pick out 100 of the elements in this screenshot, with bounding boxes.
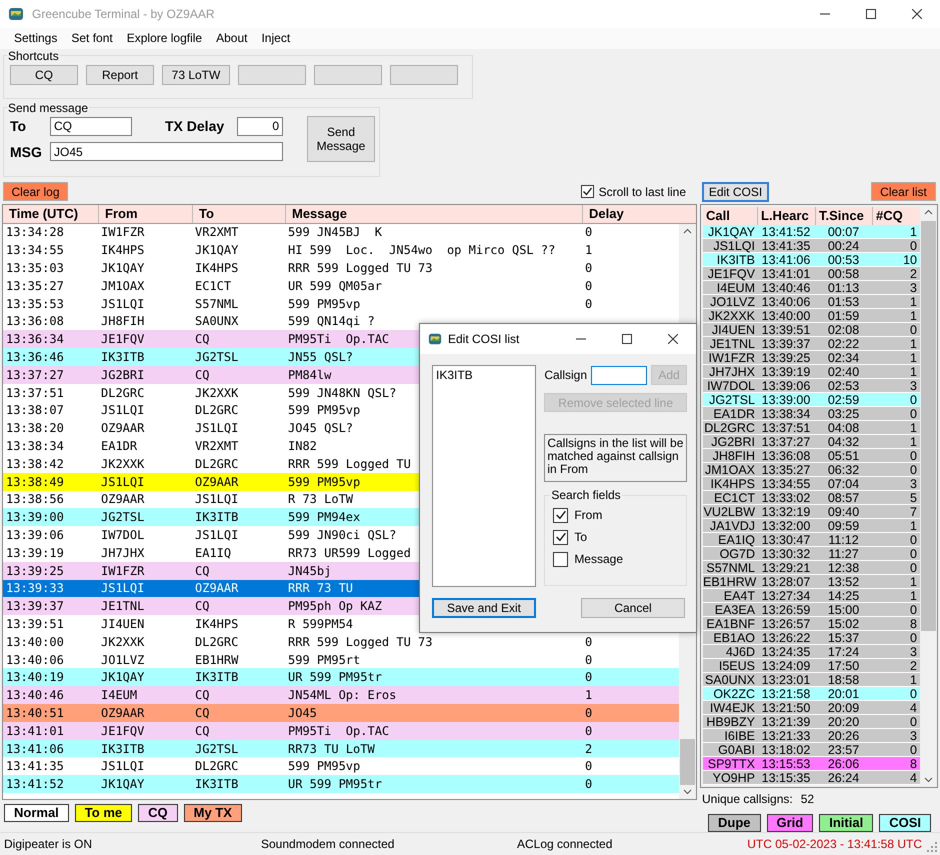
callsign-row[interactable]: IW4EJK 13:21:50 20:09 4 bbox=[703, 700, 920, 715]
tx-delay-field[interactable]: 0 bbox=[237, 116, 283, 136]
checkbox[interactable] bbox=[553, 552, 568, 566]
table-cell-text: 13:35:27 bbox=[760, 462, 812, 477]
table-cell-text: 13:35:27 bbox=[5, 278, 64, 293]
callsign-row[interactable]: EB1HRW 13:28:07 13:52 1 bbox=[703, 574, 920, 589]
callsign-row[interactable]: I4EUM 13:40:46 01:13 3 bbox=[703, 280, 920, 295]
callsign-field[interactable] bbox=[591, 366, 647, 384]
callsign-row[interactable]: 4J6D 13:24:35 17:24 3 bbox=[703, 644, 920, 659]
clear-log-button[interactable]: Clear log bbox=[3, 182, 68, 202]
table-cell-text: IW1FZR bbox=[100, 564, 144, 578]
callsign-row[interactable]: IW7DOL 13:39:06 02:53 3 bbox=[703, 378, 920, 393]
callsign-row[interactable]: SA0UNX 13:23:01 18:58 1 bbox=[703, 672, 920, 687]
callsign-row[interactable]: OG7D 13:30:32 11:27 0 bbox=[703, 546, 920, 561]
table-cell-text: PM95ph Op KAZ bbox=[287, 599, 382, 614]
table-cell-text: 0 bbox=[909, 462, 918, 477]
callsign-row[interactable]: JH7JHX 13:39:19 02:40 1 bbox=[703, 364, 920, 379]
callsign-row[interactable]: IW1FZR 13:39:25 02:34 1 bbox=[703, 350, 920, 365]
checkbox[interactable] bbox=[580, 185, 594, 198]
column-header[interactable]: Call bbox=[703, 206, 757, 225]
menu-item[interactable]: Inject bbox=[254, 31, 298, 46]
log-row[interactable]: 13:34:55 IK4HPS JK1QAY HI 599 Loc. JN54wo op Mirco QSL ?? 1 bbox=[3, 241, 679, 260]
callsign-row[interactable]: JE1FQV 13:41:01 00:58 2 bbox=[703, 266, 920, 281]
callsign-row[interactable]: DL2GRC 13:37:51 04:08 1 bbox=[703, 420, 920, 435]
log-row[interactable]: 13:34:28 IW1FZR VR2XMT 599 JN45BJ K 0 bbox=[3, 224, 679, 242]
callsign-row[interactable]: IK4HPS 13:34:55 07:04 3 bbox=[703, 476, 920, 491]
search-checkbox[interactable]: To bbox=[553, 526, 678, 548]
list-item[interactable]: IK3ITB bbox=[436, 368, 473, 382]
clear-list-button[interactable]: Clear list bbox=[871, 182, 936, 202]
table-cell-text: 1 bbox=[909, 434, 918, 449]
scrollbar-thumb[interactable] bbox=[921, 220, 936, 631]
menu-item[interactable]: Explore logfile bbox=[120, 31, 210, 46]
log-row[interactable]: 13:36:08 JH8FIH SA0UNX 599 QN14qi ? bbox=[3, 312, 679, 330]
table-cell-text: DL2GRC bbox=[194, 759, 238, 774]
callsign-row[interactable]: HB9BZY 13:21:39 20:20 0 bbox=[703, 714, 920, 729]
scrollbar-thumb[interactable] bbox=[680, 738, 695, 785]
menu-item[interactable]: Settings bbox=[7, 31, 64, 46]
callsign-row[interactable]: VU2LBW 13:32:19 09:40 7 bbox=[703, 504, 920, 519]
callsign-row[interactable]: JG2TSL 13:39:00 02:59 0 bbox=[703, 392, 920, 407]
log-row[interactable]: 13:40:19 JK1QAY IK3ITB UR 599 PM95tr 0 bbox=[3, 668, 679, 686]
table-cell-text: 599 QN14qi ? bbox=[287, 314, 375, 328]
checkbox[interactable] bbox=[553, 508, 568, 522]
callsign-row[interactable]: JS1LQI 13:41:35 00:24 0 bbox=[703, 238, 920, 253]
log-row[interactable]: 13:40:00 JK2XXK DL2GRC RRR 599 Logged TU 73 0 bbox=[3, 632, 679, 651]
callsign-row[interactable]: JO1LVZ 13:40:06 01:53 1 bbox=[703, 294, 920, 309]
log-row[interactable]: 13:41:35 JS1LQI DL2GRC 599 PM95vp 0 bbox=[3, 757, 679, 776]
column-header[interactable]: From bbox=[98, 204, 192, 223]
log-row[interactable]: 13:40:06 JO1LVZ EB1HRW 599 PM95rt 0 bbox=[3, 650, 679, 668]
edit-cosi-button[interactable]: Edit COSI bbox=[702, 182, 769, 202]
to-field[interactable]: CQ bbox=[50, 116, 132, 136]
callsign-row[interactable]: JA1VDJ 13:32:00 09:59 1 bbox=[703, 518, 920, 533]
menu-item[interactable]: About bbox=[209, 31, 254, 46]
callsign-row[interactable]: EA1DR 13:38:34 03:25 0 bbox=[703, 406, 920, 421]
message-field[interactable]: JO45 bbox=[50, 142, 283, 162]
callsign-row[interactable]: EB1AO 13:26:22 15:37 0 bbox=[703, 630, 920, 645]
log-row[interactable]: 13:35:03 JK1QAY IK4HPS RRR 599 Logged TU 73 0 bbox=[3, 259, 679, 277]
shortcut-button[interactable]: Report bbox=[86, 64, 154, 85]
callsign-row[interactable]: I5EUS 13:24:09 17:50 2 bbox=[703, 658, 920, 673]
log-row[interactable]: 13:40:51 OZ9AAR CQ JO45 0 bbox=[3, 704, 679, 722]
table-cell-text: 13:39:51 bbox=[760, 322, 812, 337]
callsign-row[interactable]: OK2ZC 13:21:58 20:01 0 bbox=[703, 686, 920, 701]
callsign-row[interactable]: YO9HP 13:15:35 26:24 4 bbox=[703, 770, 920, 785]
callsign-row[interactable]: SP9TTX 13:15:53 26:06 8 bbox=[703, 756, 920, 771]
cancel-button[interactable]: Cancel bbox=[581, 598, 685, 618]
callsign-row[interactable]: I6IBE 13:21:33 20:26 3 bbox=[703, 728, 920, 743]
callsign-row[interactable]: EA1BNF 13:26:57 15:02 8 bbox=[703, 616, 920, 631]
column-header[interactable]: To bbox=[192, 204, 285, 223]
callsign-row[interactable]: JK1QAY 13:41:52 00:07 1 bbox=[703, 224, 920, 239]
callsign-row[interactable]: JG2BRI 13:37:27 04:32 1 bbox=[703, 434, 920, 449]
log-row[interactable]: 13:35:53 JS1LQI S57NML 599 PM95vp 0 bbox=[3, 294, 679, 313]
callsign-row[interactable]: JM1OAX 13:35:27 06:32 0 bbox=[703, 462, 920, 477]
callsign-row[interactable]: EA1IQ 13:30:47 11:12 0 bbox=[703, 532, 920, 547]
log-row[interactable]: 13:35:27 JM1OAX EC1CT UR 599 QM05ar 0 bbox=[3, 276, 679, 295]
menu-item[interactable]: Set font bbox=[64, 31, 120, 46]
callsign-row[interactable]: JK2XXK 13:40:00 01:59 1 bbox=[703, 308, 920, 323]
shortcut-button[interactable]: 73 LoTW bbox=[162, 64, 230, 85]
callsign-row[interactable]: JI4UEN 13:39:51 02:08 0 bbox=[703, 322, 920, 337]
send-button[interactable]: Send Message bbox=[307, 116, 375, 162]
checkbox[interactable] bbox=[553, 530, 568, 544]
callsign-row[interactable]: JE1TNL 13:39:37 02:22 1 bbox=[703, 336, 920, 351]
callsign-row[interactable]: EA4T 13:27:34 14:25 1 bbox=[703, 588, 920, 603]
save-button[interactable]: Save and Exit bbox=[432, 598, 536, 618]
log-row[interactable]: 13:41:52 JK1QAY IK3ITB UR 599 PM95tr 0 bbox=[3, 775, 679, 794]
table-cell-text: 13:38:20 bbox=[5, 421, 64, 436]
column-header[interactable]: Delay bbox=[582, 204, 682, 223]
callsign-row[interactable]: JH8FIH 13:36:08 05:51 0 bbox=[703, 448, 920, 463]
column-header[interactable]: Time (UTC) bbox=[3, 204, 98, 223]
callsign-row[interactable]: S57NML 13:29:21 12:38 0 bbox=[703, 560, 920, 575]
callsign-row[interactable]: EA3EA 13:26:59 15:00 0 bbox=[703, 602, 920, 617]
log-row[interactable]: 13:41:06 IK3ITB JG2TSL RR73 TU LoTW 2 bbox=[3, 740, 679, 758]
callsign-listbox[interactable]: IK3ITB bbox=[432, 365, 536, 587]
callsign-row[interactable]: EC1CT 13:33:02 08:57 5 bbox=[703, 490, 920, 505]
column-header[interactable]: Message bbox=[285, 204, 582, 223]
callsign-row[interactable]: IK3ITB 13:41:06 00:53 10 bbox=[703, 252, 920, 267]
log-row[interactable]: 13:40:46 I4EUM CQ JN54ML Op: Eros 1 bbox=[3, 686, 679, 704]
log-row[interactable]: 13:41:01 JE1FQV CQ PM95Ti Op.TAC 0 bbox=[3, 722, 679, 740]
scroll-checkbox[interactable]: Scroll to last line bbox=[580, 184, 686, 199]
shortcut-button[interactable]: CQ bbox=[10, 64, 78, 85]
callsign-row[interactable]: G0ABI 13:18:02 23:57 0 bbox=[703, 742, 920, 757]
table-cell-text: JS1LQI bbox=[100, 296, 144, 311]
